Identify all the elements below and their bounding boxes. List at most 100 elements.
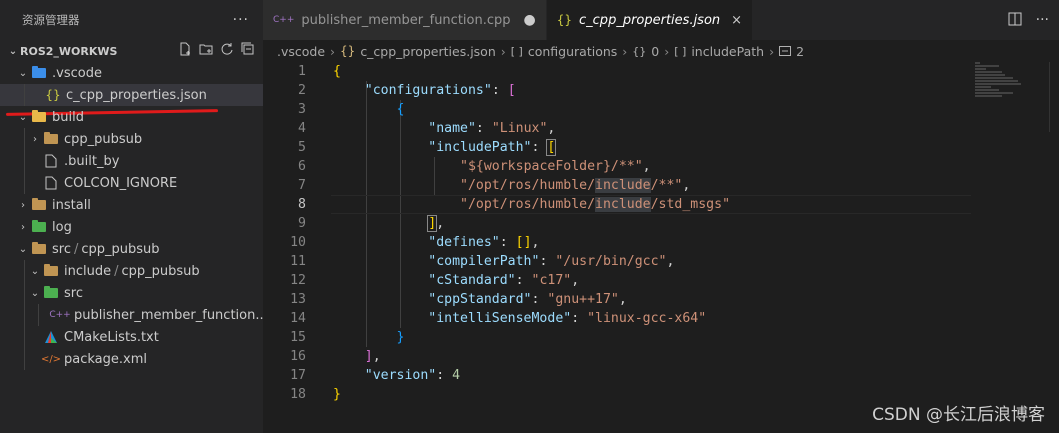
split-editor-icon[interactable] — [1008, 12, 1022, 30]
tree-label: publisher_member_function.... — [74, 307, 272, 323]
code-token: { — [333, 64, 341, 79]
code-line-current: 8 "/opt/ros/humble/include/std_msgs" — [263, 195, 1059, 214]
line-number: 4 — [298, 121, 306, 136]
code-token: [ — [546, 139, 557, 156]
code-token: [] — [515, 235, 532, 250]
tree-folder-cpp-pubsub[interactable]: › cpp_pubsub — [0, 128, 263, 150]
tree-folder-log[interactable]: › log — [0, 216, 263, 238]
xml-icon: </> — [40, 353, 62, 365]
tree-label: install — [52, 197, 91, 213]
path-separator: / — [73, 241, 79, 257]
json-icon: {} — [556, 13, 573, 27]
json-icon: {} — [45, 88, 61, 102]
tree-file-package-xml[interactable]: </> package.xml — [0, 348, 263, 370]
unsaved-dot-icon[interactable]: ● — [524, 12, 536, 28]
tab-label: c_cpp_properties.json — [579, 12, 721, 28]
code-token: "version" — [364, 368, 437, 383]
tab-c-cpp-properties[interactable]: {} c_cpp_properties.json × — [546, 0, 754, 40]
new-folder-icon[interactable] — [199, 42, 213, 60]
code-line: 13 "cppStandard": "gnu++17", — [263, 290, 1059, 309]
code-token: "/usr/bin/gcc" — [555, 254, 667, 269]
editor-area: C++ publisher_member_function.cpp ● {} c… — [263, 0, 1059, 433]
tree-label: .vscode — [52, 65, 102, 81]
code-token: "${workspaceFolder}/**" — [460, 159, 643, 174]
close-icon[interactable]: × — [731, 13, 742, 28]
code-token: 4 — [452, 368, 461, 383]
line-number: 8 — [298, 197, 306, 212]
breadcrumb-include-path[interactable]: includePath — [691, 44, 764, 59]
code-line: 9 ], — [263, 214, 1059, 233]
chevron-right-icon: › — [664, 43, 670, 59]
code-token: { — [396, 102, 405, 117]
tree-folder-vscode[interactable]: ⌄ .vscode — [0, 62, 263, 84]
workspace-label: ROS2_WORKWS — [20, 44, 118, 58]
code-token: /std_msgs" — [650, 197, 731, 212]
chevron-right-icon: › — [21, 221, 25, 233]
line-number: 5 — [298, 140, 306, 155]
new-file-icon[interactable] — [178, 42, 192, 60]
tree-folder-build[interactable]: ⌄ build — [0, 106, 263, 128]
cpp-icon: C++ — [49, 310, 71, 320]
tree-file-publisher-member-function[interactable]: C++ publisher_member_function.... — [0, 304, 272, 326]
line-number: 17 — [290, 368, 306, 383]
chevron-right-icon: › — [622, 43, 628, 59]
collapse-all-icon[interactable] — [241, 42, 255, 60]
tree-folder-install[interactable]: › install — [0, 194, 263, 216]
code-editor[interactable]: 1 { 2 "configurations": [ 3 { 4 "name": … — [263, 62, 1059, 433]
line-number: 18 — [290, 387, 306, 402]
tree-label: c_cpp_properties.json — [66, 87, 207, 103]
breadcrumb-configurations[interactable]: configurations — [528, 44, 617, 59]
code-token: /**" — [650, 178, 683, 193]
tree-file-colcon-ignore[interactable]: COLCON_IGNORE — [0, 172, 263, 194]
folder-icon — [30, 198, 48, 210]
tree-label: CMakeLists.txt — [64, 329, 159, 345]
array-icon: [ ] — [510, 44, 523, 58]
code-token: "/opt/ros/humble/ — [460, 178, 596, 193]
breadcrumb-item[interactable]: 2 — [796, 44, 804, 59]
src-folder-icon — [42, 286, 60, 298]
breadcrumb-file[interactable]: c_cpp_properties.json — [360, 44, 495, 59]
breadcrumb: .vscode › {} c_cpp_properties.json › [ ]… — [263, 40, 1059, 62]
chevron-right-icon: › — [21, 199, 25, 211]
breadcrumb-index[interactable]: 0 — [651, 44, 659, 59]
tree-file-cmakelists[interactable]: CMakeLists.txt — [0, 326, 263, 348]
vertical-scrollbar[interactable] — [1049, 62, 1059, 132]
code-line: 12 "cStandard": "c17", — [263, 271, 1059, 290]
tree-label: .built_by — [64, 153, 120, 169]
line-number: 12 — [290, 273, 306, 288]
code-token: include — [595, 197, 651, 212]
line-number: 13 — [290, 292, 306, 307]
line-number: 16 — [290, 349, 306, 364]
more-actions-icon[interactable]: ··· — [233, 12, 249, 28]
watermark: CSDN @长江后浪博客 — [872, 405, 1045, 425]
code-line: 17 "version": 4 — [263, 366, 1059, 385]
code-token: "cStandard" — [428, 273, 516, 288]
workspace-root[interactable]: ⌄ ROS2_WORKWS — [0, 40, 263, 62]
minimap[interactable] — [975, 62, 1029, 102]
tree-folder-include-cpp-pubsub[interactable]: ⌄ include / cpp_pubsub — [0, 260, 263, 282]
line-number: 11 — [290, 254, 306, 269]
code-token: "compilerPath" — [428, 254, 540, 269]
more-actions-icon[interactable]: ··· — [1036, 12, 1049, 30]
tab-label: publisher_member_function.cpp — [301, 12, 511, 28]
tab-publisher-member-function[interactable]: C++ publisher_member_function.cpp ● — [263, 0, 547, 40]
code-line: 3 { — [263, 100, 1059, 119]
explorer-sidebar: 资源管理器 ··· ⌄ ROS2_WORKWS ⌄ .vscode {} c_c… — [0, 0, 272, 433]
json-icon: {} — [340, 44, 356, 58]
code-token: "defines" — [428, 235, 500, 250]
breadcrumb-folder[interactable]: .vscode — [277, 44, 325, 59]
tree-folder-src[interactable]: ⌄ src — [0, 282, 263, 304]
refresh-icon[interactable] — [220, 42, 234, 60]
code-line: 10 "defines": [], — [263, 233, 1059, 252]
code-token: "includePath" — [428, 140, 532, 155]
tree-label: package.xml — [64, 351, 147, 367]
code-line: 15 } — [263, 328, 1059, 347]
explorer-title: 资源管理器 — [22, 13, 80, 27]
chevron-down-icon: ⌄ — [30, 287, 40, 299]
tree-folder-src-cpp-pubsub[interactable]: ⌄ src / cpp_pubsub — [0, 238, 263, 260]
tree-file-c-cpp-properties[interactable]: {} c_cpp_properties.json — [0, 84, 263, 106]
string-icon — [779, 44, 792, 59]
tree-file-built-by[interactable]: .built_by — [0, 150, 263, 172]
chevron-down-icon: ⌄ — [18, 67, 28, 79]
code-token: "/opt/ros/humble/ — [460, 197, 596, 212]
